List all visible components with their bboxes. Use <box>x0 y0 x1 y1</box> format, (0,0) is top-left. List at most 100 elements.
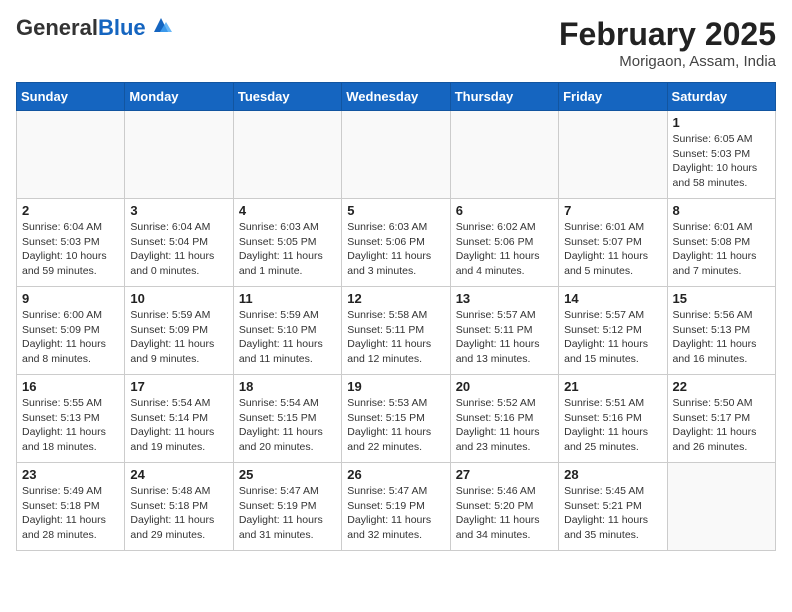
day-info: Sunrise: 5:48 AM Sunset: 5:18 PM Dayligh… <box>130 484 227 543</box>
day-number: 7 <box>564 203 661 218</box>
day-number: 9 <box>22 291 119 306</box>
day-info: Sunrise: 6:02 AM Sunset: 5:06 PM Dayligh… <box>456 220 553 279</box>
day-info: Sunrise: 5:47 AM Sunset: 5:19 PM Dayligh… <box>239 484 336 543</box>
calendar-day-cell: 6 Sunrise: 6:02 AM Sunset: 5:06 PM Daylig… <box>450 199 558 287</box>
day-info: Sunrise: 5:54 AM Sunset: 5:14 PM Dayligh… <box>130 396 227 455</box>
day-info: Sunrise: 5:46 AM Sunset: 5:20 PM Dayligh… <box>456 484 553 543</box>
calendar-day-cell: 11 Sunrise: 5:59 AM Sunset: 5:10 PM Dayli… <box>233 287 341 375</box>
weekday-header-friday: Friday <box>559 83 667 111</box>
day-info: Sunrise: 5:56 AM Sunset: 5:13 PM Dayligh… <box>673 308 770 367</box>
day-info: Sunrise: 5:59 AM Sunset: 5:10 PM Dayligh… <box>239 308 336 367</box>
calendar-day-cell <box>125 111 233 199</box>
day-number: 23 <box>22 467 119 482</box>
calendar-day-cell: 21Sunrise: 5:51 AM Sunset: 5:16 PM Dayli… <box>559 375 667 463</box>
calendar-day-cell: 2 Sunrise: 6:04 AM Sunset: 5:03 PM Daylig… <box>17 199 125 287</box>
calendar-day-cell: 4Sunrise: 6:03 AM Sunset: 5:05 PM Daylig… <box>233 199 341 287</box>
calendar-day-cell: 27 Sunrise: 5:46 AM Sunset: 5:20 PM Dayli… <box>450 463 558 551</box>
calendar-day-cell: 5Sunrise: 6:03 AM Sunset: 5:06 PM Daylig… <box>342 199 450 287</box>
day-number: 11 <box>239 291 336 306</box>
calendar-day-cell: 1Sunrise: 6:05 AM Sunset: 5:03 PM Daylig… <box>667 111 775 199</box>
day-number: 5 <box>347 203 444 218</box>
day-number: 6 <box>456 203 553 218</box>
day-info: Sunrise: 5:52 AM Sunset: 5:16 PM Dayligh… <box>456 396 553 455</box>
day-info: Sunrise: 5:57 AM Sunset: 5:12 PM Dayligh… <box>564 308 661 367</box>
title-block: February 2025 Morigaon, Assam, India <box>559 16 776 70</box>
day-number: 22 <box>673 379 770 394</box>
day-number: 19 <box>347 379 444 394</box>
day-info: Sunrise: 6:04 AM Sunset: 5:03 PM Dayligh… <box>22 220 119 279</box>
calendar-day-cell: 20 Sunrise: 5:52 AM Sunset: 5:16 PM Dayli… <box>450 375 558 463</box>
weekday-header-monday: Monday <box>125 83 233 111</box>
day-info: Sunrise: 6:04 AM Sunset: 5:04 PM Dayligh… <box>130 220 227 279</box>
day-number: 25 <box>239 467 336 482</box>
day-number: 14 <box>564 291 661 306</box>
calendar-day-cell: 14 Sunrise: 5:57 AM Sunset: 5:12 PM Dayli… <box>559 287 667 375</box>
calendar-day-cell: 13 Sunrise: 5:57 AM Sunset: 5:11 PM Dayli… <box>450 287 558 375</box>
calendar-day-cell: 12 Sunrise: 5:58 AM Sunset: 5:11 PM Dayli… <box>342 287 450 375</box>
calendar-day-cell: 18 Sunrise: 5:54 AM Sunset: 5:15 PM Dayli… <box>233 375 341 463</box>
calendar-day-cell: 10 Sunrise: 5:59 AM Sunset: 5:09 PM Dayli… <box>125 287 233 375</box>
day-number: 27 <box>456 467 553 482</box>
logo: GeneralBlue <box>16 16 172 40</box>
day-info: Sunrise: 5:57 AM Sunset: 5:11 PM Dayligh… <box>456 308 553 367</box>
calendar-week-row: 2 Sunrise: 6:04 AM Sunset: 5:03 PM Daylig… <box>17 199 776 287</box>
day-number: 28 <box>564 467 661 482</box>
weekday-header-thursday: Thursday <box>450 83 558 111</box>
calendar-day-cell: 24 Sunrise: 5:48 AM Sunset: 5:18 PM Dayli… <box>125 463 233 551</box>
calendar-day-cell <box>559 111 667 199</box>
calendar-week-row: 9Sunrise: 6:00 AM Sunset: 5:09 PM Daylig… <box>17 287 776 375</box>
day-number: 3 <box>130 203 227 218</box>
calendar-day-cell: 28 Sunrise: 5:45 AM Sunset: 5:21 PM Dayli… <box>559 463 667 551</box>
day-number: 26 <box>347 467 444 482</box>
weekday-header-sunday: Sunday <box>17 83 125 111</box>
calendar-day-cell: 17 Sunrise: 5:54 AM Sunset: 5:14 PM Dayli… <box>125 375 233 463</box>
day-number: 10 <box>130 291 227 306</box>
weekday-header-row: SundayMondayTuesdayWednesdayThursdayFrid… <box>17 83 776 111</box>
calendar-day-cell <box>342 111 450 199</box>
day-number: 18 <box>239 379 336 394</box>
day-info: Sunrise: 5:59 AM Sunset: 5:09 PM Dayligh… <box>130 308 227 367</box>
calendar-day-cell: 3 Sunrise: 6:04 AM Sunset: 5:04 PM Daylig… <box>125 199 233 287</box>
day-number: 20 <box>456 379 553 394</box>
day-info: Sunrise: 5:50 AM Sunset: 5:17 PM Dayligh… <box>673 396 770 455</box>
logo-general: GeneralBlue <box>16 16 146 40</box>
calendar-day-cell: 15 Sunrise: 5:56 AM Sunset: 5:13 PM Dayli… <box>667 287 775 375</box>
calendar-day-cell: 9Sunrise: 6:00 AM Sunset: 5:09 PM Daylig… <box>17 287 125 375</box>
calendar-day-cell <box>17 111 125 199</box>
day-info: Sunrise: 5:55 AM Sunset: 5:13 PM Dayligh… <box>22 396 119 455</box>
day-info: Sunrise: 5:45 AM Sunset: 5:21 PM Dayligh… <box>564 484 661 543</box>
day-info: Sunrise: 6:03 AM Sunset: 5:05 PM Dayligh… <box>239 220 336 279</box>
month-title: February 2025 <box>559 16 776 53</box>
calendar-day-cell: 19 Sunrise: 5:53 AM Sunset: 5:15 PM Dayli… <box>342 375 450 463</box>
day-info: Sunrise: 5:54 AM Sunset: 5:15 PM Dayligh… <box>239 396 336 455</box>
logo-icon <box>150 14 172 36</box>
day-number: 16 <box>22 379 119 394</box>
day-number: 2 <box>22 203 119 218</box>
day-info: Sunrise: 6:01 AM Sunset: 5:08 PM Dayligh… <box>673 220 770 279</box>
location: Morigaon, Assam, India <box>559 53 776 70</box>
calendar-day-cell <box>450 111 558 199</box>
calendar-day-cell: 8 Sunrise: 6:01 AM Sunset: 5:08 PM Daylig… <box>667 199 775 287</box>
day-number: 24 <box>130 467 227 482</box>
day-info: Sunrise: 5:47 AM Sunset: 5:19 PM Dayligh… <box>347 484 444 543</box>
calendar-week-row: 1Sunrise: 6:05 AM Sunset: 5:03 PM Daylig… <box>17 111 776 199</box>
calendar-day-cell: 26 Sunrise: 5:47 AM Sunset: 5:19 PM Dayli… <box>342 463 450 551</box>
day-number: 12 <box>347 291 444 306</box>
calendar-day-cell <box>233 111 341 199</box>
day-number: 17 <box>130 379 227 394</box>
day-info: Sunrise: 5:53 AM Sunset: 5:15 PM Dayligh… <box>347 396 444 455</box>
day-number: 15 <box>673 291 770 306</box>
calendar-week-row: 23Sunrise: 5:49 AM Sunset: 5:18 PM Dayli… <box>17 463 776 551</box>
calendar-day-cell: 7 Sunrise: 6:01 AM Sunset: 5:07 PM Daylig… <box>559 199 667 287</box>
calendar-table: SundayMondayTuesdayWednesdayThursdayFrid… <box>16 82 776 551</box>
weekday-header-wednesday: Wednesday <box>342 83 450 111</box>
page-header: GeneralBlue February 2025 Morigaon, Assa… <box>16 16 776 70</box>
day-info: Sunrise: 6:01 AM Sunset: 5:07 PM Dayligh… <box>564 220 661 279</box>
calendar-day-cell: 23Sunrise: 5:49 AM Sunset: 5:18 PM Dayli… <box>17 463 125 551</box>
weekday-header-tuesday: Tuesday <box>233 83 341 111</box>
day-number: 8 <box>673 203 770 218</box>
day-info: Sunrise: 6:05 AM Sunset: 5:03 PM Dayligh… <box>673 132 770 191</box>
day-info: Sunrise: 5:58 AM Sunset: 5:11 PM Dayligh… <box>347 308 444 367</box>
weekday-header-saturday: Saturday <box>667 83 775 111</box>
day-number: 13 <box>456 291 553 306</box>
